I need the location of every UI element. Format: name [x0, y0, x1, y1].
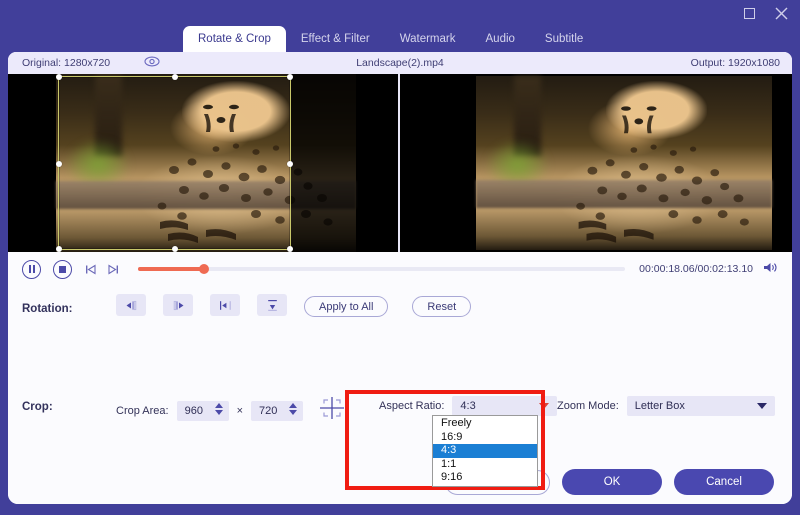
crop-handle-middle-left[interactable]	[56, 161, 62, 167]
next-frame-button[interactable]	[107, 263, 120, 276]
crop-position-button[interactable]	[319, 396, 345, 425]
ok-button[interactable]: OK	[562, 469, 662, 495]
close-glyph	[775, 7, 787, 19]
crop-height-input[interactable]: 720	[251, 400, 304, 421]
pause-icon	[22, 259, 41, 279]
volume-icon	[764, 263, 777, 272]
crop-row: Crop:	[22, 396, 53, 418]
rotate-left-icon	[126, 300, 136, 310]
crop-width-increment[interactable]	[214, 402, 223, 408]
previous-frame-icon	[86, 264, 96, 274]
tab-audio[interactable]: Audio	[471, 26, 530, 52]
crop-width-value: 960	[184, 404, 203, 417]
flip-vertical-icon	[267, 299, 277, 311]
crop-dim-overlay	[291, 74, 398, 252]
footer-bar: Reset All Edits OK Cancel	[8, 460, 792, 504]
app-window: Rotate & Crop Effect & Filter Watermark …	[0, 0, 800, 515]
crop-width-stepper[interactable]	[214, 402, 223, 415]
dropdown-option-freely[interactable]: Freely	[433, 417, 537, 431]
crop-handle-top-center[interactable]	[172, 74, 178, 80]
cancel-button[interactable]: Cancel	[674, 469, 774, 495]
reset-button[interactable]: Reset	[412, 296, 472, 317]
crop-handle-top-left[interactable]	[56, 74, 62, 80]
playback-time: 00:00:18.06/00:02:13.10	[639, 263, 753, 275]
cheetah-spots-output	[576, 106, 749, 243]
chevron-down-icon-zoom	[756, 403, 767, 409]
aspect-ratio-group: Aspect Ratio: 4:3	[379, 396, 558, 416]
apply-to-all-button[interactable]: Apply to All	[304, 296, 389, 317]
info-strip: Landscape(2).mp4 Original: 1280x720 Outp…	[8, 52, 792, 74]
seek-handle[interactable]	[199, 264, 210, 274]
cheetah-image-output	[476, 76, 772, 250]
stop-icon	[53, 259, 72, 279]
aspect-ratio-dropdown[interactable]: Freely 16:9 4:3 1:1 9:16	[432, 415, 538, 487]
crop-area-group: Crop Area: 960 × 720	[116, 396, 345, 425]
aspect-ratio-label: Aspect Ratio:	[379, 400, 445, 412]
crop-height-decrement[interactable]	[289, 409, 298, 415]
crop-height-value: 720	[259, 404, 278, 417]
seek-progress	[138, 267, 205, 271]
close-icon[interactable]	[772, 4, 790, 22]
output-resolution-label: Output: 1920x1080	[690, 57, 780, 69]
dropdown-option-16-9[interactable]: 16:9	[433, 431, 537, 445]
dropdown-option-4-3[interactable]: 4:3	[433, 444, 537, 458]
zoom-mode-value: Letter Box	[634, 400, 685, 412]
tab-rotate-crop[interactable]: Rotate & Crop	[183, 26, 286, 52]
zoom-mode-label: Zoom Mode:	[557, 400, 619, 412]
crop-height-stepper[interactable]	[289, 402, 298, 415]
tab-watermark[interactable]: Watermark	[385, 26, 471, 52]
crop-position-icon	[320, 397, 345, 419]
crop-handle-middle-right[interactable]	[287, 161, 293, 167]
zoom-mode-select[interactable]: Letter Box	[626, 396, 775, 416]
info-left-group: Original: 1280x720	[16, 52, 160, 74]
crop-area-label: Crop Area:	[116, 404, 169, 417]
tab-subtitle[interactable]: Subtitle	[530, 26, 598, 52]
crop-selection-box[interactable]	[56, 74, 293, 252]
source-preview[interactable]	[8, 74, 400, 252]
source-video-frame	[8, 74, 398, 252]
tab-effect-filter[interactable]: Effect & Filter	[286, 26, 385, 52]
rotate-right-button[interactable]	[163, 294, 193, 316]
preview-area	[8, 74, 792, 252]
crop-height-increment[interactable]	[289, 402, 298, 408]
crop-width-input[interactable]: 960	[176, 400, 229, 421]
eye-glyph	[144, 56, 160, 67]
volume-button[interactable]	[763, 261, 778, 277]
flip-vertical-button[interactable]	[257, 294, 287, 316]
dropdown-option-9-16[interactable]: 9:16	[433, 471, 537, 485]
rotation-row: Rotation:	[22, 296, 72, 322]
stop-button[interactable]	[53, 259, 72, 279]
tab-bar: Rotate & Crop Effect & Filter Watermark …	[0, 26, 800, 52]
window-controls	[740, 4, 790, 22]
maximize-icon[interactable]	[740, 4, 758, 22]
chevron-down-icon	[539, 403, 550, 409]
main-panel: Landscape(2).mp4 Original: 1280x720 Outp…	[8, 52, 792, 504]
rotate-right-icon	[173, 300, 183, 310]
aspect-ratio-select[interactable]: 4:3	[452, 396, 558, 416]
rotation-actions: Apply to All Reset	[304, 296, 472, 317]
title-bar	[0, 0, 800, 28]
next-frame-icon	[108, 264, 118, 274]
crop-handle-top-right[interactable]	[287, 74, 293, 80]
previous-frame-button[interactable]	[84, 263, 97, 276]
crop-width-decrement[interactable]	[214, 409, 223, 415]
pause-button[interactable]	[22, 259, 41, 279]
crop-multiply-symbol: ×	[236, 404, 244, 417]
flip-horizontal-icon	[219, 300, 231, 310]
player-bar: 00:00:18.06/00:02:13.10	[8, 252, 792, 286]
rotation-label: Rotation:	[22, 303, 73, 315]
rotation-buttons	[116, 294, 287, 316]
original-resolution-label: Original: 1280x720	[22, 57, 111, 69]
eye-icon[interactable]	[144, 56, 160, 70]
aspect-ratio-value: 4:3	[460, 400, 476, 412]
dropdown-option-1-1[interactable]: 1:1	[433, 458, 537, 472]
seek-slider[interactable]	[138, 264, 626, 274]
controls-area: Rotation: Apply to All Reset Crop: Crop …	[8, 286, 792, 490]
zoom-mode-group: Zoom Mode: Letter Box	[557, 396, 775, 416]
rotate-left-button[interactable]	[116, 294, 146, 316]
crop-label: Crop:	[22, 401, 53, 413]
flip-horizontal-button[interactable]	[210, 294, 240, 316]
output-preview[interactable]	[400, 74, 792, 252]
output-video-frame	[400, 74, 792, 252]
